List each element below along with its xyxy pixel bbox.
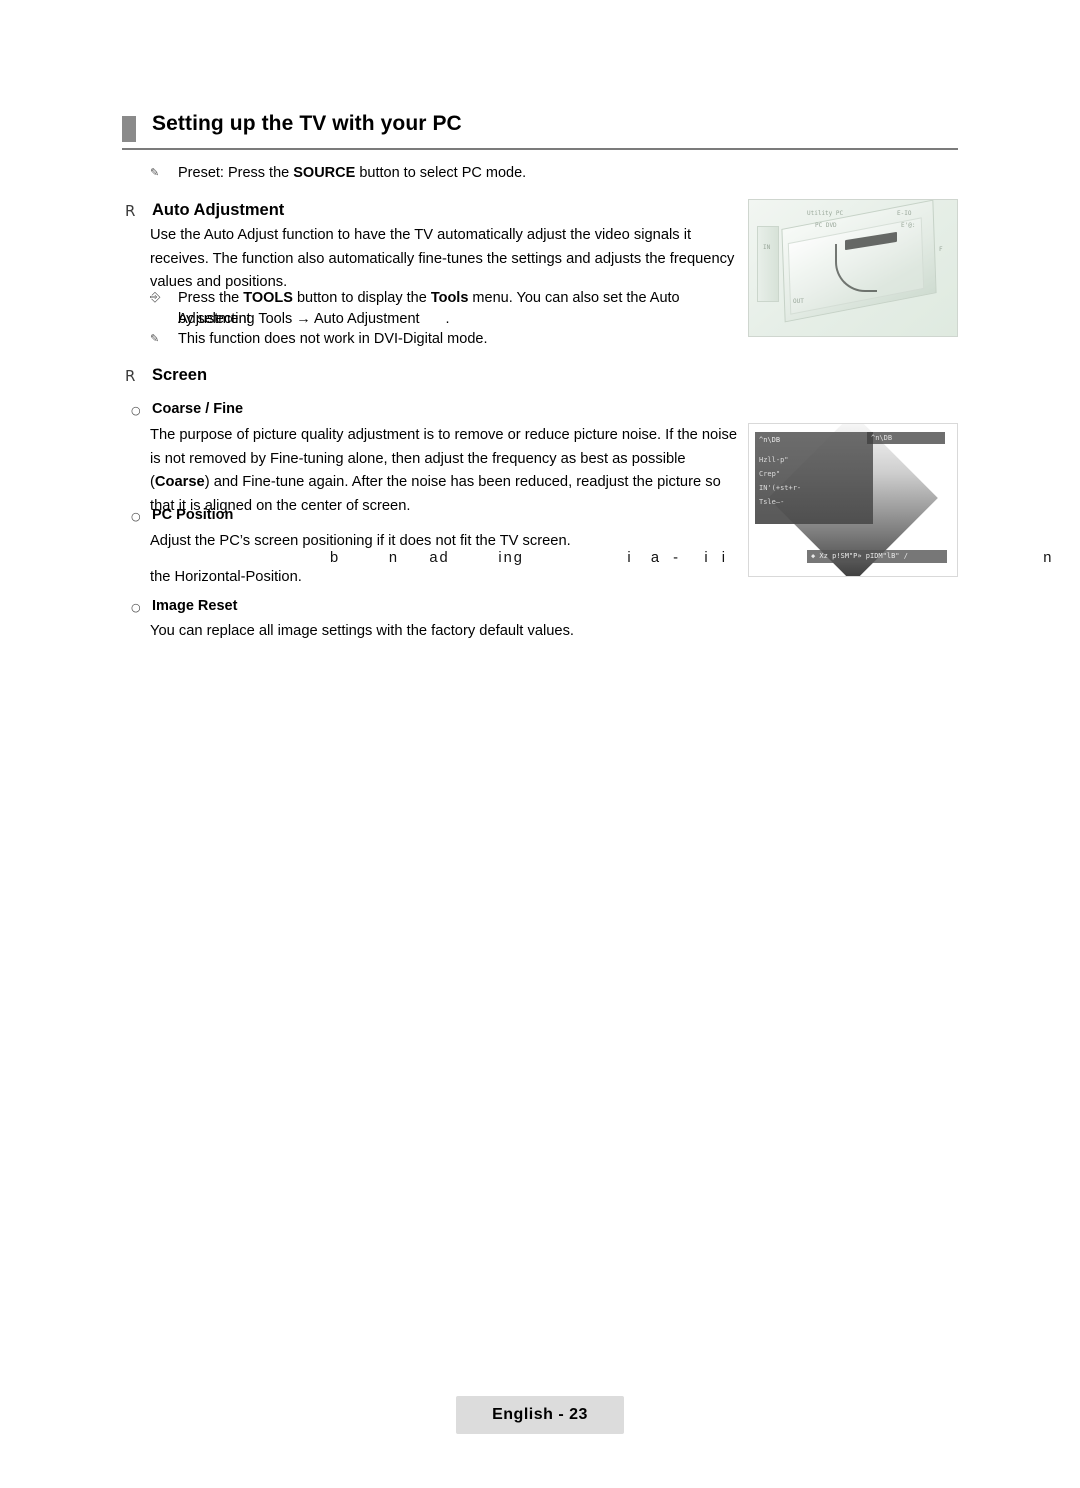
pc-position-label: PC Position <box>152 507 234 523</box>
preset-note: Preset: Press the SOURCE button to selec… <box>178 163 798 184</box>
auto-adjustment-heading: Auto Adjustment <box>152 201 285 219</box>
title-bullet-icon <box>122 116 136 142</box>
figure-label-pc-dvd: PC DVD <box>815 222 837 229</box>
osd-menu-panel <box>755 432 873 524</box>
pc-position-body-line3: the Horizontal-Position. <box>150 569 302 585</box>
tools-note-bold2: Tools <box>430 290 469 306</box>
image-reset-mark: ○ <box>131 601 141 614</box>
document-page: Setting up the TV with your PC ✎ Preset:… <box>0 0 1080 1488</box>
auto-adjustment-illustration: Utility PC E-IO E'@: PC DVD F IN OUT <box>748 199 958 337</box>
figure-label-in: IN <box>763 244 771 251</box>
tools-note-part1: Press the <box>178 290 244 306</box>
page-footer: English - 23 <box>456 1396 624 1434</box>
tools-note-part2: button to display the <box>292 290 431 306</box>
osd-menu-item-4: Tsle—- <box>759 498 785 506</box>
auto-adjustment-paragraph: Use the Auto Adjust function to have the… <box>150 227 735 290</box>
preset-note-text-c: button to select PC mode. <box>355 165 527 181</box>
osd-menu-item-3: IN'(+st+r- <box>759 484 802 492</box>
figure-label-f: F <box>939 246 943 253</box>
tools-icon: ⎆ <box>150 290 161 305</box>
auto-adjustment-tools-note-line2: by selecting Tools → Auto Adjustment. <box>178 309 598 330</box>
figure-label-e-io: E-IO <box>897 210 912 217</box>
image-reset-label: Image Reset <box>152 598 238 614</box>
coarse-fine-body: The purpose of picture quality adjustmen… <box>150 424 738 518</box>
figure-label-utility-pc: Utility PC <box>807 210 844 217</box>
osd-topbar-text: ^n\DB <box>871 434 893 442</box>
preset-note-text-a: Preset: Press the <box>178 165 294 181</box>
page-footer-label: English - 23 <box>492 1406 588 1423</box>
tools-note-line2-tail: . <box>445 311 450 327</box>
title-divider <box>122 148 958 150</box>
screen-illustration: ^n\DB Hzll-p" Crep" IN'(+st+r- Tsle—- ^n… <box>748 423 958 577</box>
coarse-fine-label: Coarse / Fine <box>152 401 244 417</box>
osd-bottombar-text: ◆ Xz p!SM"P» pIDM"lB" / <box>811 552 908 560</box>
tools-note-bold1: TOOLS <box>243 290 293 306</box>
screen-mark: R <box>125 367 136 385</box>
osd-menu-title: ^n\DB <box>759 436 781 444</box>
coarse-fine-body-b: ) and Fine-tune again. After the noise h… <box>150 474 721 514</box>
note-icon-dvi: ✎ <box>150 332 160 345</box>
page-title-row: Setting up the TV with your PC <box>122 112 958 150</box>
page-title: Setting up the TV with your PC <box>152 112 462 135</box>
image-reset-body: You can replace all image settings with … <box>150 623 575 639</box>
dvi-note: This function does not work in DVI-Digit… <box>178 331 488 347</box>
note-icon: ✎ <box>150 166 160 179</box>
figure-label-e-at: E'@: <box>901 222 916 229</box>
tools-note-line2: by selecting Tools → Auto Adjustment <box>178 311 420 327</box>
pc-position-mark: ○ <box>131 510 141 523</box>
screen-heading: Screen <box>152 366 208 384</box>
figure-label-out: OUT <box>793 298 804 305</box>
tv-side-edge <box>757 226 779 302</box>
coarse-fine-mark: ○ <box>131 404 141 417</box>
osd-menu-item-1: Hzll-p" <box>759 456 789 464</box>
auto-adjustment-mark: R <box>125 202 136 220</box>
preset-note-source: SOURCE <box>293 165 356 181</box>
osd-menu-item-2: Crep" <box>759 470 781 478</box>
coarse-fine-body-bold: Coarse <box>154 474 205 490</box>
